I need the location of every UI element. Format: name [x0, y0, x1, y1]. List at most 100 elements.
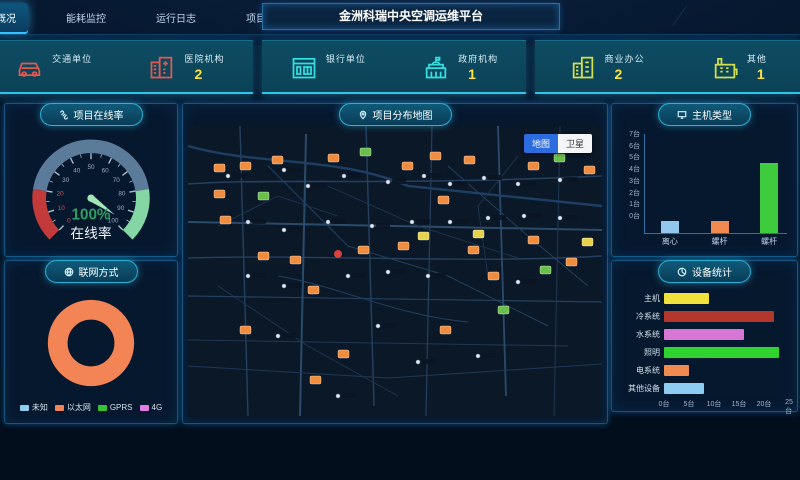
bar-螺杆[interactable]	[711, 221, 729, 233]
map-place-dot	[516, 280, 520, 284]
tab-overview[interactable]: 概况	[0, 3, 28, 32]
map-place-label	[288, 167, 302, 172]
map-place-label	[528, 213, 542, 218]
map-project-marker[interactable]	[398, 242, 409, 250]
x-tick-label: 0台	[659, 399, 670, 409]
map-project-marker[interactable]	[214, 190, 225, 198]
map-project-marker[interactable]	[438, 196, 449, 204]
map-project-marker[interactable]	[584, 166, 595, 174]
map-project-marker[interactable]	[358, 246, 369, 254]
bar-电系统[interactable]	[664, 365, 689, 376]
map-project-marker[interactable]	[473, 230, 484, 238]
y-tick-label: 1台	[629, 199, 640, 209]
map-project-marker[interactable]	[214, 164, 225, 172]
map-button[interactable]: 地图	[524, 134, 558, 153]
map-project-marker[interactable]	[440, 326, 451, 334]
bar-其他设备[interactable]	[664, 383, 704, 394]
stat-label: 银行单位	[326, 52, 366, 65]
map-project-marker[interactable]	[272, 156, 283, 164]
map-project-marker[interactable]	[308, 286, 319, 294]
device-label: 其他设备	[620, 383, 664, 394]
map-project-marker[interactable]	[290, 256, 301, 264]
map-canvas[interactable]: 地图 卫星	[188, 126, 602, 418]
map-road	[218, 196, 338, 226]
map-project-marker[interactable]	[258, 252, 269, 260]
map-project-marker[interactable]	[258, 192, 269, 200]
map-project-marker[interactable]	[402, 162, 413, 170]
device-row: 电系统	[620, 363, 789, 378]
legend-item[interactable]: 4G	[140, 402, 163, 413]
bar-水系统[interactable]	[664, 329, 744, 340]
map-project-marker[interactable]	[310, 376, 321, 384]
map-place-dot	[386, 180, 390, 184]
gauge-tick	[80, 154, 81, 157]
map-place-label	[282, 333, 296, 338]
legend-item[interactable]: 未知	[20, 402, 48, 413]
online-rate-gauge: 0102030405060708090100 100% 在线率	[5, 128, 177, 250]
map-place-label	[332, 219, 346, 224]
y-tick-label: 5台	[629, 152, 640, 162]
map-project-marker[interactable]	[464, 156, 475, 164]
stat-traffic: 交通单位	[16, 52, 92, 81]
bar-螺杆[interactable]	[760, 163, 778, 233]
map-project-marker[interactable]	[488, 272, 499, 280]
map-project-marker[interactable]	[528, 162, 539, 170]
map-place-dot	[448, 182, 452, 186]
map-project-marker[interactable]	[566, 258, 577, 266]
map-project-marker[interactable]	[418, 232, 429, 240]
legend-item[interactable]: 以太网	[55, 402, 91, 413]
map-project-marker[interactable]	[240, 326, 251, 334]
map-place-dot	[482, 176, 486, 180]
tab-energy-monitor[interactable]: 能耗监控	[54, 3, 118, 32]
tab-run-log[interactable]: 运行日志	[144, 3, 208, 32]
bar-照明[interactable]	[664, 347, 779, 358]
map-project-marker[interactable]	[328, 154, 339, 162]
map-road	[188, 296, 602, 302]
map-type-toggle: 地图 卫星	[524, 134, 592, 153]
gauge-tick-label: 90	[117, 205, 125, 212]
x-tick-label: 螺杆	[712, 236, 728, 247]
map-place-label	[522, 181, 536, 186]
satellite-button[interactable]: 卫星	[558, 134, 592, 153]
device-label: 照明	[620, 347, 664, 358]
legend-item[interactable]: GPRS	[98, 402, 133, 413]
bar-离心[interactable]	[661, 221, 679, 233]
map-project-marker[interactable]	[360, 148, 371, 156]
map-project-marker[interactable]	[220, 216, 231, 224]
map-svg[interactable]	[188, 126, 602, 416]
gauge-tick	[118, 164, 120, 167]
bar-track	[664, 329, 789, 340]
stat-value: 2	[615, 66, 623, 82]
map-place-label	[382, 323, 396, 328]
map-project-marker[interactable]	[498, 306, 509, 314]
map-project-marker[interactable]	[554, 154, 565, 162]
map-project-marker[interactable]	[528, 236, 539, 244]
monitor-icon	[677, 110, 687, 120]
map-place-dot	[558, 178, 562, 182]
map-place-dot	[370, 224, 374, 228]
map-project-marker[interactable]	[582, 238, 593, 246]
map-project-marker[interactable]	[430, 152, 441, 160]
map-project-marker[interactable]	[338, 350, 349, 358]
top-nav: 概况 能耗监控 运行日志 项目列表 视频监控 金洲科瑞中央空调运维平台	[0, 0, 800, 35]
panel-online-rate-header: 项目在线率	[40, 103, 143, 126]
map-place-label	[492, 215, 506, 220]
panel-online-rate: 项目在线率 0102030405060708090100 100% 在线率	[4, 103, 178, 257]
map-project-marker[interactable]	[540, 266, 551, 274]
bar-主机[interactable]	[664, 293, 709, 304]
gauge-tick-label: 20	[57, 190, 65, 197]
map-project-marker[interactable]	[468, 246, 479, 254]
x-tick-label: 20台	[757, 399, 772, 409]
map-project-marker[interactable]	[240, 162, 251, 170]
main-area: 项目在线率 0102030405060708090100 100% 在线率	[4, 103, 796, 480]
panel-host-type-header: 主机类型	[658, 103, 751, 126]
map-road	[188, 364, 602, 378]
device-row: 其他设备	[620, 381, 789, 396]
globe-icon	[64, 267, 74, 277]
map-place-label	[342, 393, 356, 398]
map-place-dot	[246, 220, 250, 224]
map-cluster-dot	[334, 250, 342, 258]
gauge-tick	[129, 191, 135, 192]
stat-value: 2	[194, 66, 202, 82]
bar-冷系统[interactable]	[664, 311, 774, 322]
